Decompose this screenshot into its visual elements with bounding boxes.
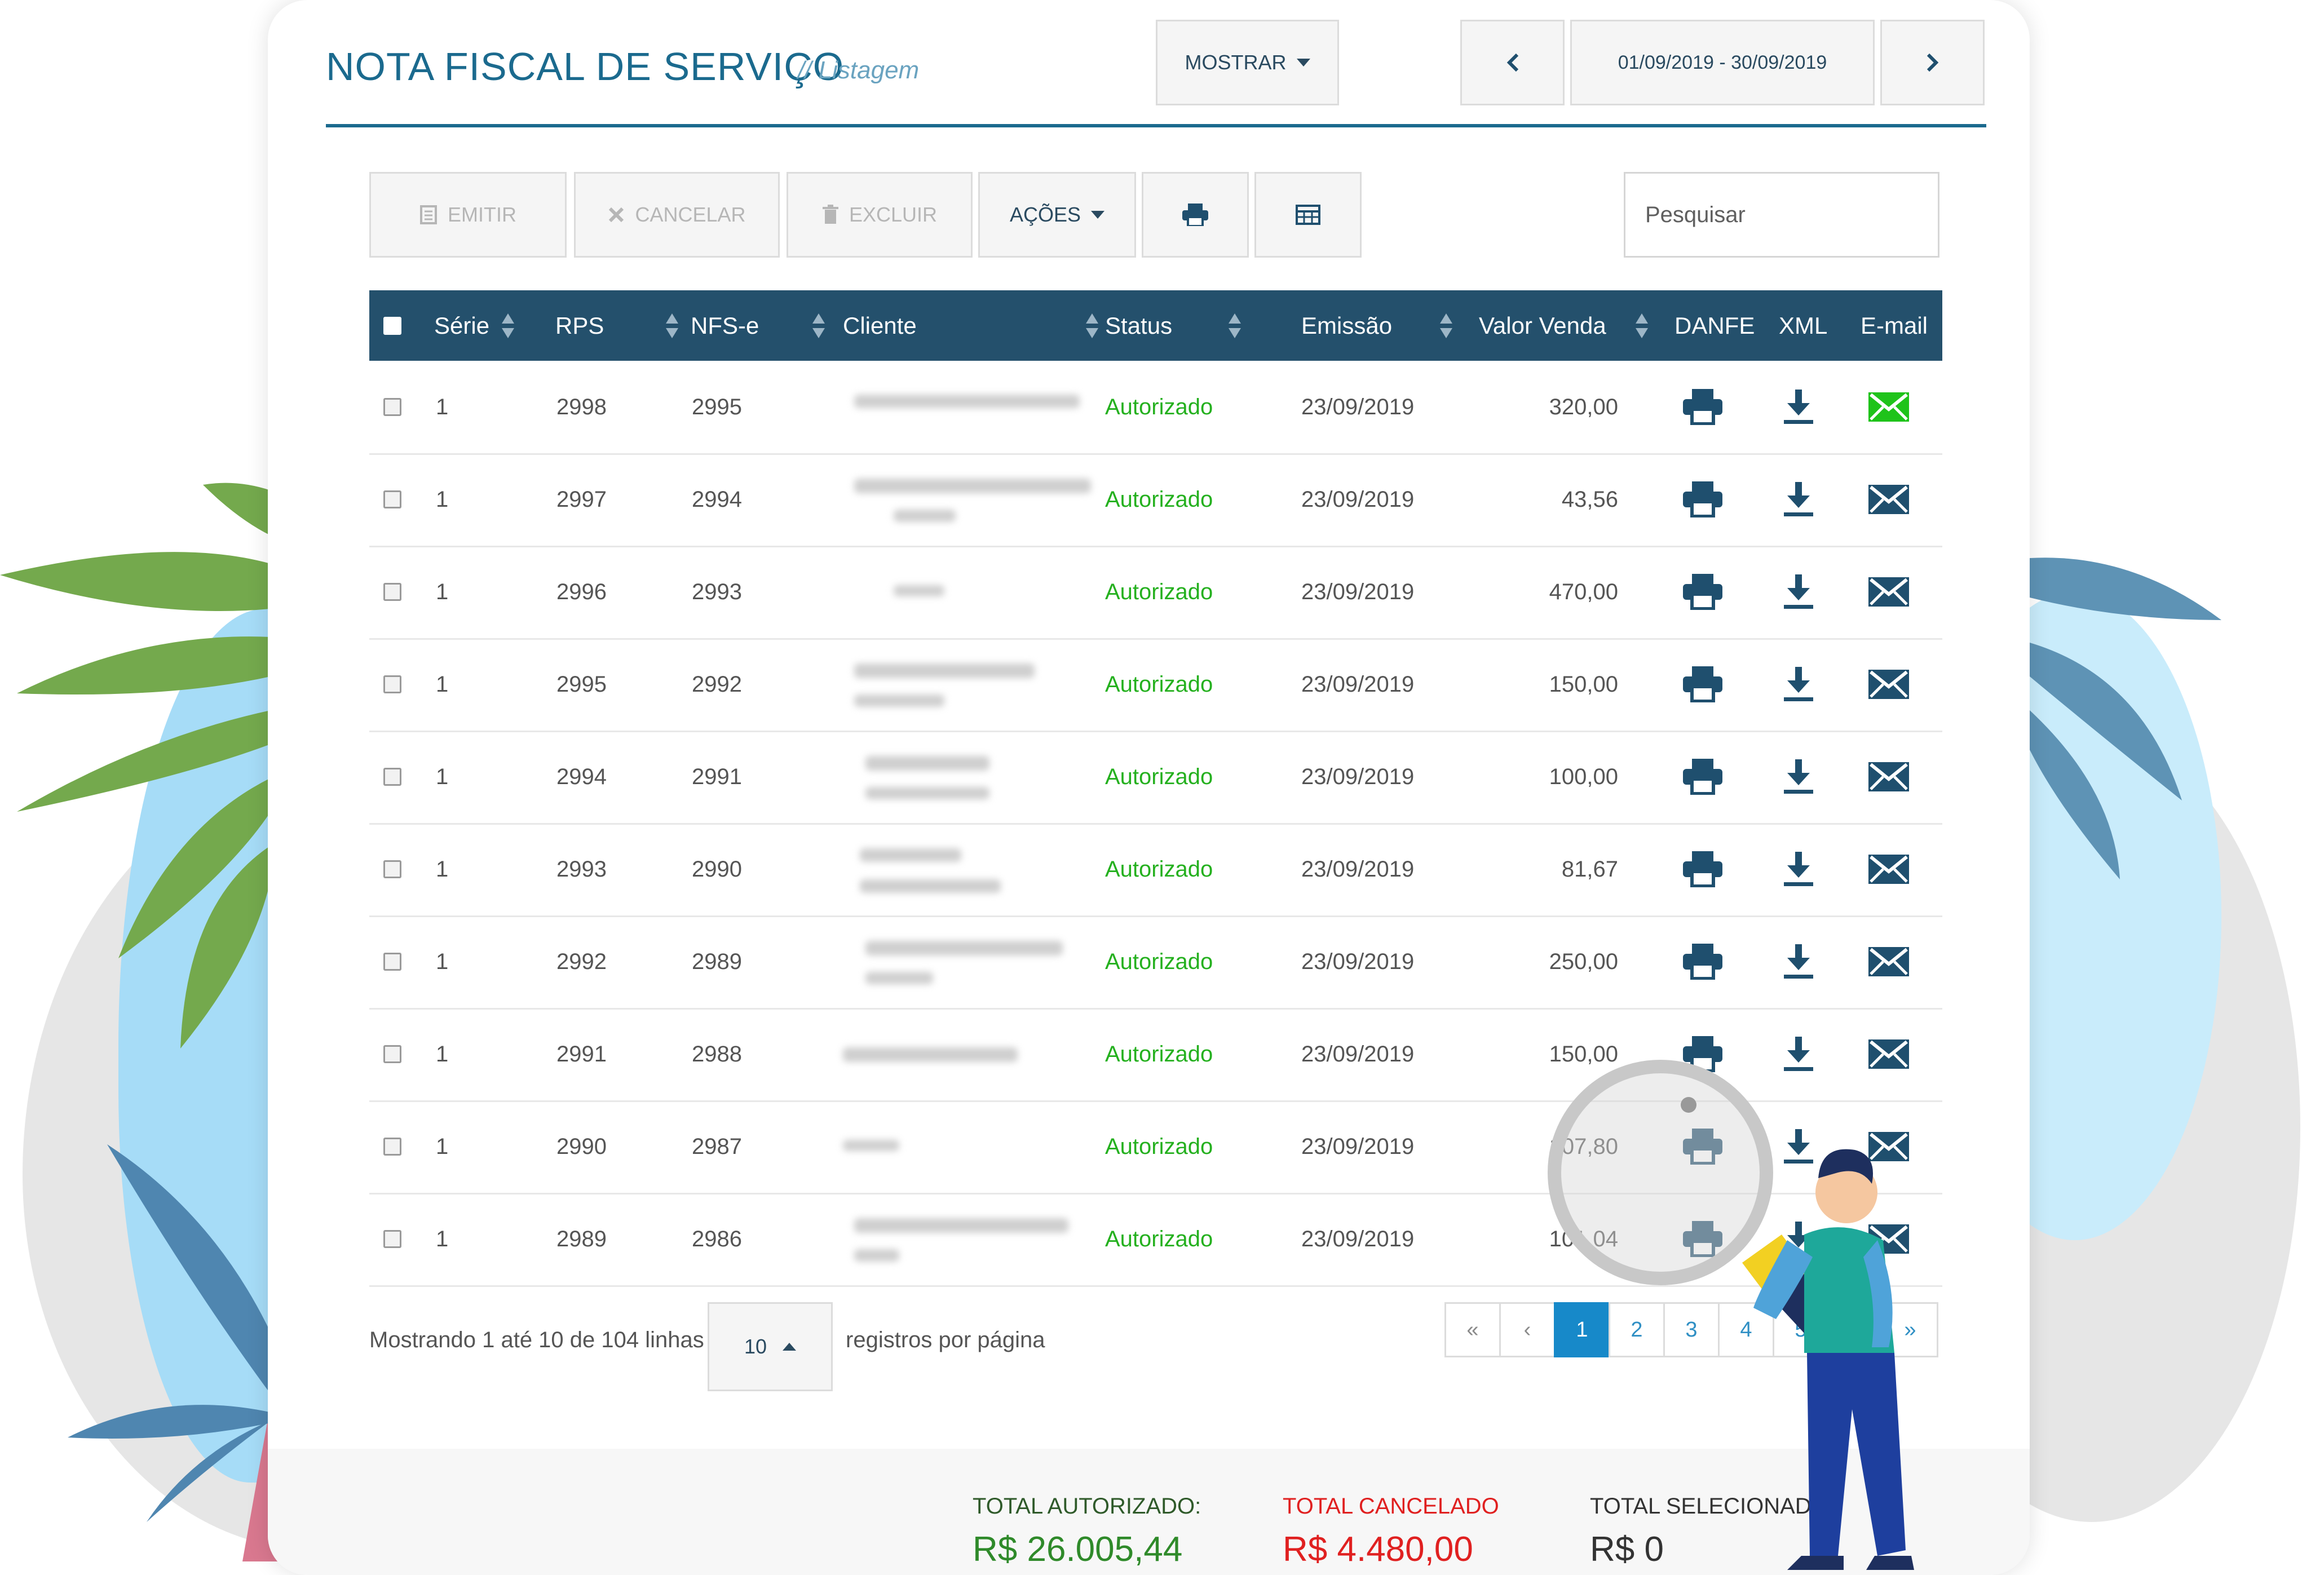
person-illustration (1681, 1097, 1914, 1570)
